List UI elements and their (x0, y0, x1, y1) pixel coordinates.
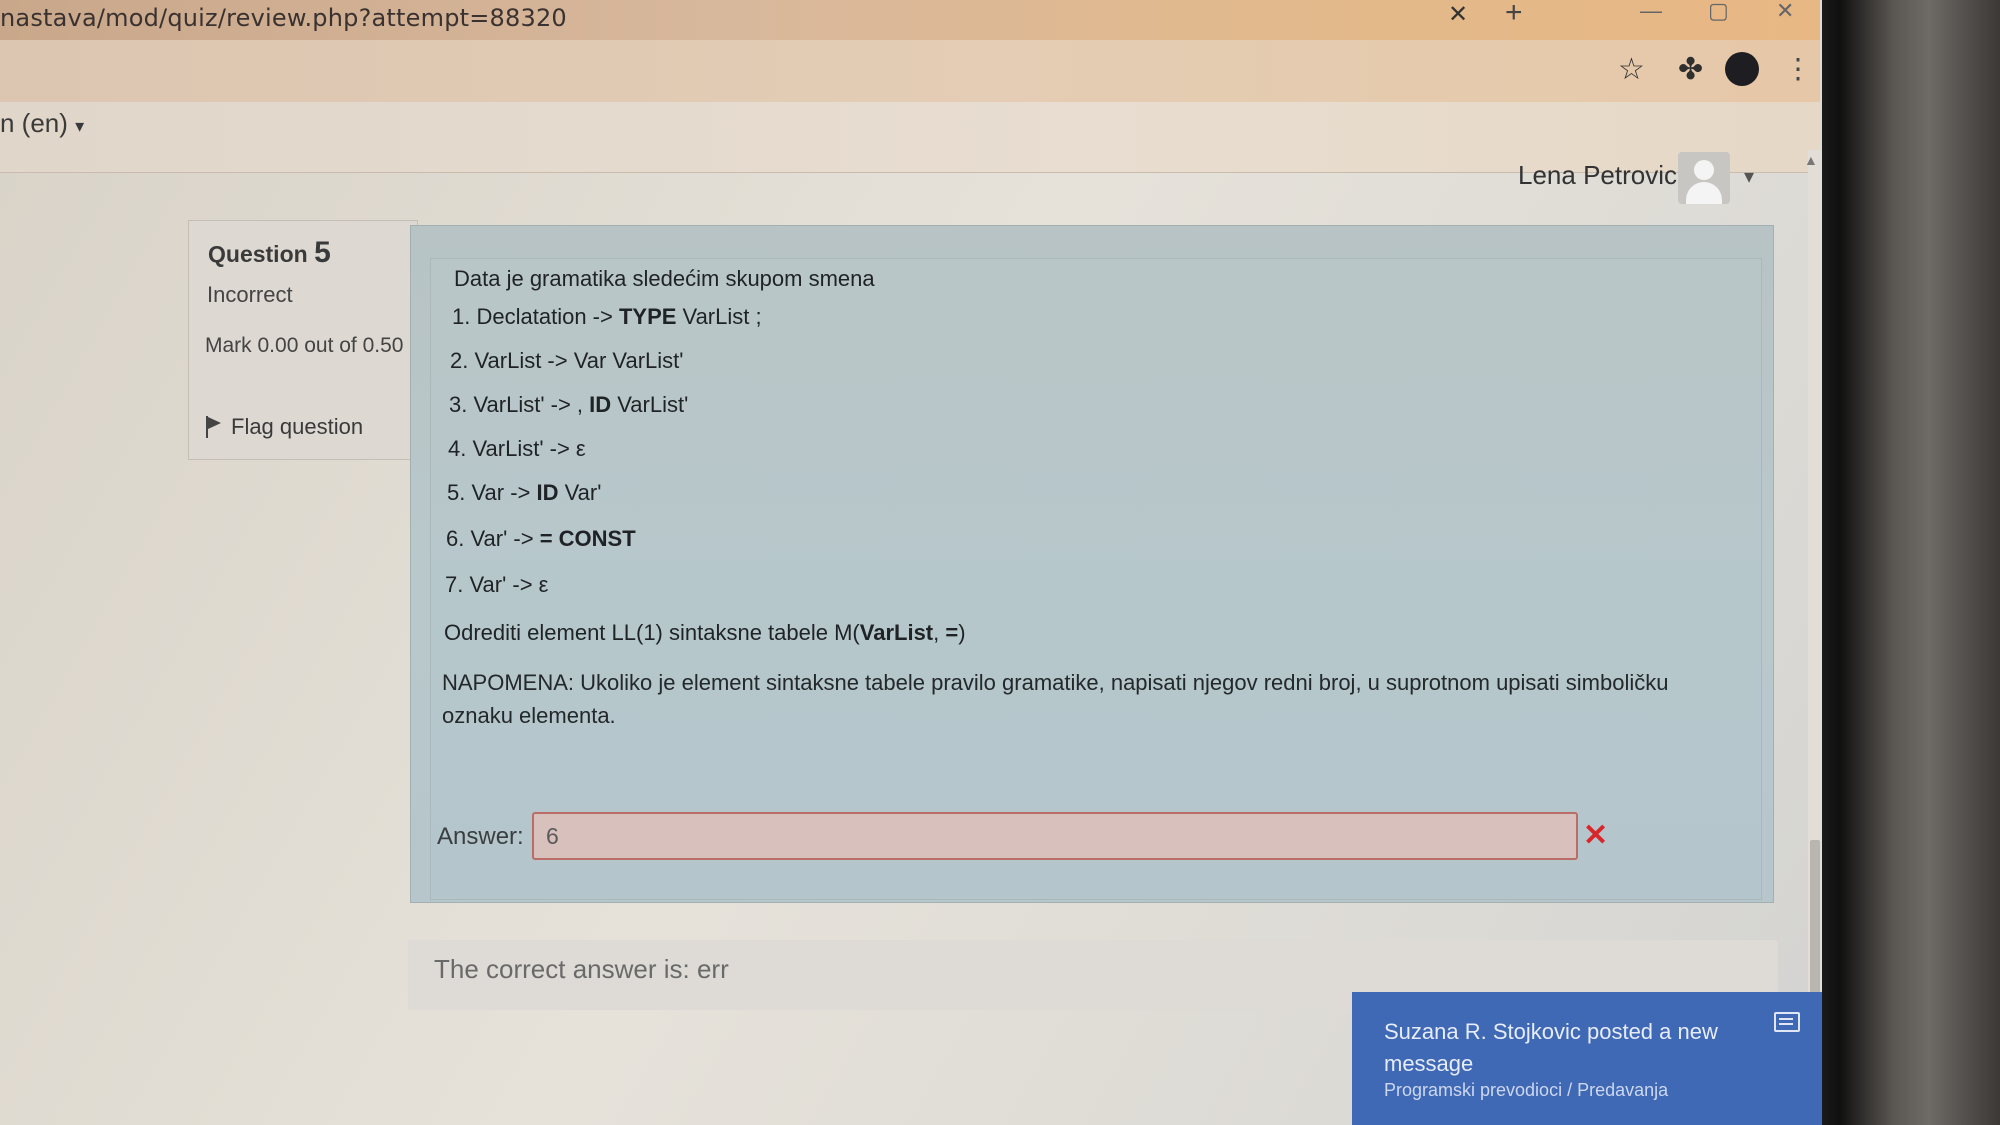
user-avatar-icon (1694, 160, 1714, 180)
flag-question-link[interactable]: Flag question (205, 414, 363, 440)
browser-profile-avatar[interactable] (1725, 52, 1759, 86)
grammar-rule: 7. Var' -> ε (445, 572, 549, 597)
new-tab-button[interactable]: + (1505, 0, 1523, 30)
notification-title[interactable]: Suzana R. Stojkovic posted a new message (1384, 1016, 1744, 1080)
question-state: Incorrect (207, 282, 293, 307)
tab-close-button[interactable]: ✕ (1448, 0, 1468, 29)
chevron-down-icon: ▾ (75, 116, 85, 136)
grammar-rule: 2. VarList -> Var VarList' (450, 348, 684, 373)
question-mark: Mark 0.00 out of 0.50 (205, 334, 404, 357)
grammar-rule: 4. VarList' -> ε (448, 436, 586, 461)
browser-toolbar: ☆ ✤ (0, 40, 1820, 103)
browser-tab-strip: nastava/mod/quiz/review.php?attempt=8832… (0, 0, 1820, 40)
avatar[interactable] (1678, 152, 1730, 204)
question-number: Question 5 (208, 236, 331, 269)
address-bar-url[interactable]: nastava/mod/quiz/review.php?attempt=8832… (0, 4, 567, 32)
maximize-window-icon[interactable]: ▢ (1708, 0, 1729, 24)
browser-menu-icon[interactable]: ⋮ (1784, 52, 1812, 85)
answer-label: Answer: (437, 823, 524, 850)
language-menu[interactable]: n (en) ▾ (0, 108, 84, 139)
scroll-up-icon[interactable]: ▲ (1804, 152, 1818, 168)
grammar-rule: 6. Var' -> = CONST (446, 526, 636, 551)
grammar-rule: 3. VarList' -> , ID VarList' (449, 392, 689, 417)
grammar-rule: 1. Declatation -> TYPE VarList ; (452, 304, 762, 329)
user-name[interactable]: Lena Petrovic (1518, 160, 1677, 191)
close-window-icon[interactable]: ✕ (1776, 0, 1794, 24)
correct-answer-text: The correct answer is: err (434, 954, 729, 984)
notification-subtitle[interactable]: Programski prevodioci / Predavanja (1384, 1080, 1668, 1101)
puzzle-icon[interactable]: ✤ (1678, 52, 1703, 87)
minimize-window-icon[interactable]: — (1640, 0, 1662, 24)
question-intro: Data je gramatika sledećim skupom smena (454, 266, 875, 291)
user-menu-chevron-icon[interactable]: ▾ (1744, 164, 1754, 189)
grammar-rule: 5. Var -> ID Var' (447, 480, 602, 505)
flag-icon (205, 416, 223, 438)
incorrect-icon: ✕ (1583, 819, 1609, 852)
answer-input[interactable] (532, 812, 1578, 860)
message-icon[interactable] (1774, 1012, 1800, 1032)
monitor-bezel (1822, 0, 2000, 1125)
question-note: NAPOMENA: Ukoliko je element sintaksne t… (442, 670, 1669, 728)
star-icon[interactable]: ☆ (1618, 52, 1645, 87)
question-task: Odrediti element LL(1) sintaksne tabele … (444, 620, 966, 645)
